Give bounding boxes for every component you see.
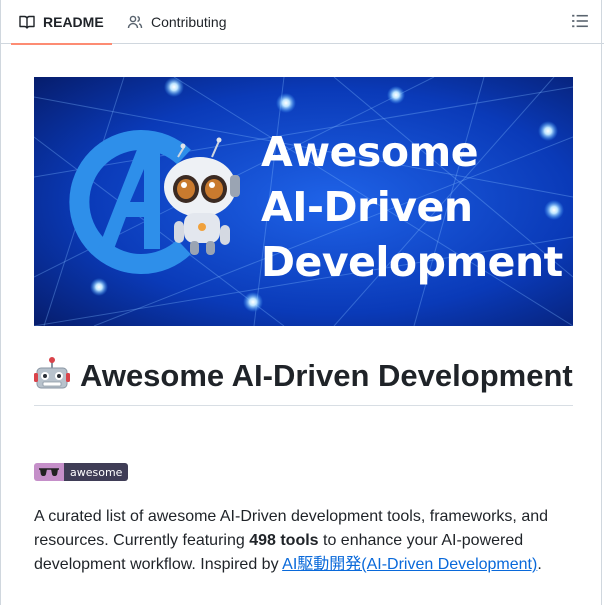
banner-line-1: Awesome: [261, 128, 479, 176]
banner-line-2: AI-Driven: [261, 183, 473, 231]
badge-label: awesome: [64, 463, 129, 481]
page-title: Awesome AI-Driven Development: [34, 356, 573, 406]
inspiration-link[interactable]: AI駆動開発(AI-Driven Development): [282, 556, 537, 573]
banner-line-3: Development: [261, 238, 563, 286]
sunglasses-icon: [39, 468, 59, 476]
banner-image: Awesome AI-Driven Development: [34, 77, 573, 326]
readme-panel: README Contributing Awesome AI-Driven De…: [0, 0, 604, 605]
tab-contributing[interactable]: Contributing: [127, 0, 227, 44]
book-icon: [19, 15, 35, 29]
page-title-text: Awesome AI-Driven Development: [80, 358, 573, 393]
banner-title: Awesome AI-Driven Development: [261, 125, 563, 290]
tab-contributing-label: Contributing: [151, 14, 227, 30]
badge-icon-area: [34, 463, 64, 481]
list-unordered-icon[interactable]: [571, 12, 589, 30]
tab-readme-label: README: [43, 14, 104, 30]
robot-icon: [34, 357, 70, 389]
people-icon: [127, 15, 143, 29]
tool-count: 498 tools: [249, 532, 319, 549]
description-text-3: .: [537, 556, 542, 573]
tab-bar: README Contributing: [1, 0, 604, 45]
description: A curated list of awesome AI-Driven deve…: [34, 505, 574, 577]
tab-readme[interactable]: README: [11, 0, 112, 45]
awesome-badge[interactable]: awesome: [34, 463, 129, 481]
